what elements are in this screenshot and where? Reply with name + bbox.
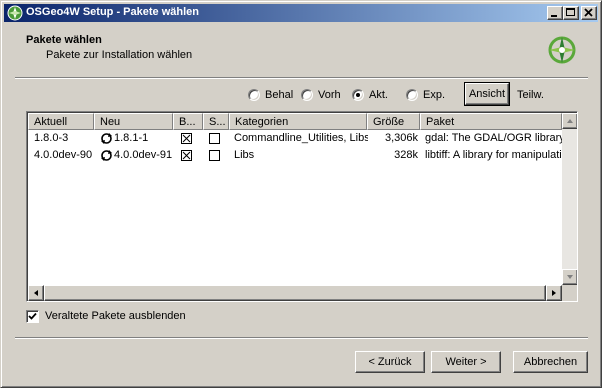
setup-window: OSGeo4W Setup - Pakete wählen Pakete wäh… bbox=[0, 0, 602, 388]
close-button[interactable] bbox=[581, 6, 597, 20]
cell-size: 328k bbox=[394, 149, 418, 161]
scroll-left-button[interactable] bbox=[28, 285, 44, 301]
horizontal-scrollbar[interactable] bbox=[28, 285, 562, 301]
table-row[interactable]: 1.8.0-3 1.8.1-1 Commandline_Utilities, L… bbox=[28, 131, 563, 146]
hide-obsolete-label: Veraltete Pakete ausblenden bbox=[45, 310, 186, 322]
radio-keep-button[interactable] bbox=[248, 89, 260, 101]
radio-keep-label: Behal bbox=[265, 89, 294, 101]
vertical-scrollbar[interactable] bbox=[562, 113, 577, 285]
page-title: Pakete wählen bbox=[26, 34, 102, 46]
footer-separator bbox=[15, 337, 588, 339]
column-header-current[interactable]: Aktuell bbox=[28, 113, 94, 130]
cell-categories: Commandline_Utilities, Libs bbox=[234, 132, 368, 144]
cell-current: 1.8.0-3 bbox=[34, 132, 69, 144]
cell-package: libtiff: A library for manipulating bbox=[425, 149, 563, 161]
maximize-button[interactable] bbox=[563, 6, 579, 20]
cell-new: 4.0.0dev-91 bbox=[114, 149, 173, 161]
source-checkbox[interactable] bbox=[209, 150, 220, 161]
source-checkbox[interactable] bbox=[209, 133, 220, 144]
osgeo4w-logo-icon bbox=[7, 5, 23, 21]
cell-size: 3,306k bbox=[384, 132, 418, 144]
column-header-source[interactable]: S... bbox=[203, 113, 229, 130]
column-header-new[interactable]: Neu bbox=[94, 113, 173, 130]
radio-exp-button[interactable] bbox=[406, 89, 418, 101]
maximize-icon bbox=[566, 8, 575, 16]
arrow-right-icon bbox=[552, 290, 556, 296]
column-header-binary[interactable]: B... bbox=[173, 113, 203, 130]
page-subtitle: Pakete zur Installation wählen bbox=[46, 49, 193, 61]
arrow-down-icon bbox=[567, 275, 573, 279]
close-icon bbox=[584, 8, 593, 17]
cell-new: 1.8.1-1 bbox=[114, 132, 149, 144]
column-header-size[interactable]: Größe bbox=[367, 113, 420, 130]
radio-keep[interactable]: Behal bbox=[248, 87, 293, 103]
arrow-left-icon bbox=[34, 290, 38, 296]
x-mark-icon bbox=[182, 134, 191, 143]
cancel-button[interactable]: Abbrechen bbox=[513, 351, 588, 373]
radio-prev[interactable]: Vorh bbox=[301, 87, 341, 103]
page-header: Pakete wählen Pakete zur Installation wä… bbox=[4, 22, 598, 75]
radio-prev-label: Vorh bbox=[318, 89, 341, 101]
column-header-categories[interactable]: Kategorien bbox=[229, 113, 367, 130]
horizontal-scroll-thumb[interactable] bbox=[44, 285, 546, 301]
cycle-version-icon[interactable] bbox=[100, 132, 113, 145]
package-list[interactable]: Aktuell Neu B... S... Kategorien Größe P… bbox=[26, 111, 578, 302]
radio-current-label: Akt. bbox=[369, 89, 388, 101]
cycle-version-icon[interactable] bbox=[100, 149, 113, 162]
arrow-up-icon bbox=[567, 119, 573, 123]
binary-checkbox[interactable] bbox=[181, 133, 192, 144]
hide-obsolete-option[interactable]: Veraltete Pakete ausblenden bbox=[26, 309, 186, 323]
table-row[interactable]: 4.0.0dev-90 4.0.0dev-91 Libs 328k libtif… bbox=[28, 148, 563, 163]
view-mode-label: Teilw. bbox=[517, 89, 544, 101]
cell-categories: Libs bbox=[234, 149, 255, 161]
minimize-icon bbox=[551, 15, 557, 17]
scroll-right-button[interactable] bbox=[546, 285, 562, 301]
scroll-up-button[interactable] bbox=[562, 113, 577, 129]
view-button[interactable]: Ansicht bbox=[464, 82, 510, 106]
back-button[interactable]: < Zurück bbox=[355, 351, 425, 373]
radio-current-button[interactable] bbox=[352, 89, 364, 101]
x-mark-icon bbox=[182, 151, 191, 160]
radio-exp-label: Exp. bbox=[423, 89, 446, 101]
checkmark-icon bbox=[28, 312, 37, 320]
window-title: OSGeo4W Setup - Pakete wählen bbox=[26, 6, 199, 18]
radio-prev-button[interactable] bbox=[301, 89, 313, 101]
radio-exp[interactable]: Exp. bbox=[406, 87, 445, 103]
header-separator bbox=[15, 77, 588, 79]
cell-package: gdal: The GDAL/OGR library bbox=[425, 132, 563, 144]
next-button[interactable]: Weiter > bbox=[431, 351, 501, 373]
cell-current: 4.0.0dev-90 bbox=[34, 149, 93, 161]
scroll-down-button[interactable] bbox=[562, 269, 577, 285]
osgeo4w-logo-icon bbox=[548, 36, 576, 64]
title-bar[interactable]: OSGeo4W Setup - Pakete wählen bbox=[4, 4, 598, 22]
radio-current[interactable]: Akt. bbox=[352, 87, 388, 103]
scrollbar-corner bbox=[562, 285, 577, 301]
binary-checkbox[interactable] bbox=[181, 150, 192, 161]
minimize-button[interactable] bbox=[547, 6, 563, 20]
hide-obsolete-checkbox[interactable] bbox=[26, 309, 39, 323]
column-header-package[interactable]: Paket bbox=[420, 113, 562, 130]
